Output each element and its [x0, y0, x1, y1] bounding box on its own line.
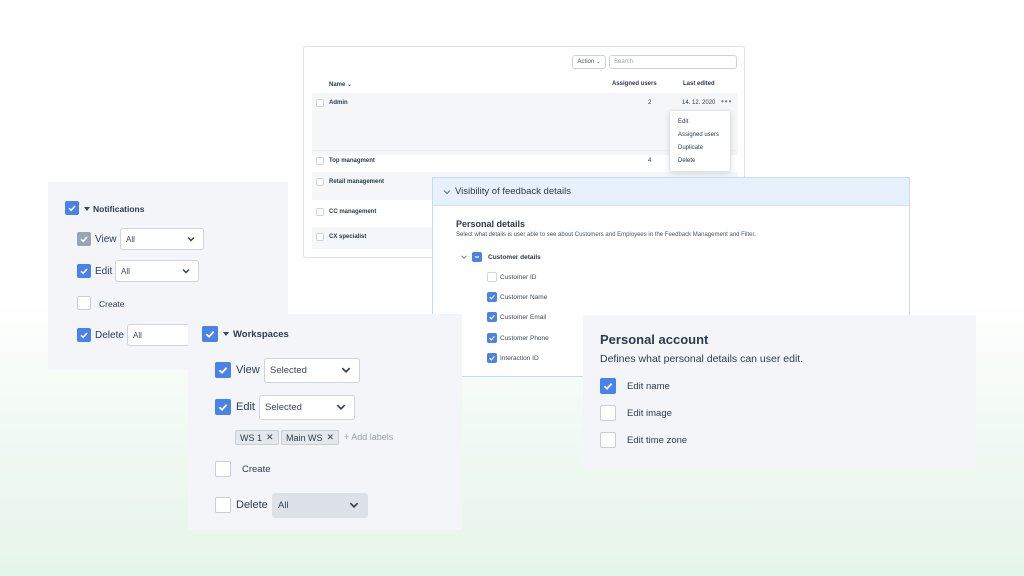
- edit-checkbox[interactable]: [77, 264, 91, 278]
- edit-time-zone-checkbox[interactable]: [600, 432, 616, 448]
- view-select[interactable]: Selected: [264, 358, 360, 383]
- menu-item-delete[interactable]: Delete: [670, 155, 730, 168]
- view-checkbox[interactable]: [215, 362, 231, 378]
- delete-select[interactable]: All: [272, 493, 368, 518]
- interaction-id-label: Interaction ID: [500, 355, 539, 362]
- action-dropdown[interactable]: Action ⌄: [572, 55, 606, 69]
- row-context-menu: Edit Assigned users Duplicate Delete: [669, 110, 731, 172]
- row-checkbox[interactable]: [316, 178, 324, 186]
- edit-label: Edit: [95, 266, 113, 277]
- edit-name-label: Edit name: [627, 381, 670, 392]
- create-checkbox[interactable]: [215, 461, 231, 477]
- chevron-down-icon: [349, 502, 359, 508]
- view-select[interactable]: All: [120, 228, 204, 250]
- chevron-down-icon: [341, 367, 351, 373]
- customer-phone-label: Customer Phone: [500, 335, 549, 342]
- column-header-name[interactable]: Name ⌄: [329, 81, 352, 88]
- caret-down-icon[interactable]: [223, 332, 229, 336]
- notifications-checkbox[interactable]: [65, 201, 79, 215]
- delete-label: Delete: [95, 330, 124, 341]
- check-icon: [218, 367, 228, 375]
- account-title: Personal account: [600, 332, 709, 347]
- check-icon: [489, 336, 495, 341]
- interaction-id-checkbox[interactable]: [487, 353, 497, 363]
- check-icon: [205, 331, 215, 339]
- personal-account-panel: Personal account Defines what personal d…: [583, 315, 976, 468]
- edit-checkbox[interactable]: [215, 399, 231, 415]
- check-icon: [80, 268, 88, 275]
- search-input[interactable]: Search: [609, 55, 737, 69]
- check-icon: [68, 205, 76, 212]
- check-icon: [489, 315, 495, 320]
- customer-details-label: Customer details: [488, 254, 541, 261]
- column-header-assigned: Assigned users: [612, 81, 657, 87]
- visibility-title: Visibility of feedback details: [455, 186, 571, 197]
- label-tag: Main WS ✕: [281, 430, 340, 445]
- view-label: View: [95, 234, 117, 245]
- row-checkbox[interactable]: [316, 233, 324, 241]
- delete-select[interactable]: All: [127, 324, 197, 346]
- chevron-down-icon: [187, 237, 195, 242]
- delete-checkbox[interactable]: [215, 497, 231, 513]
- customer-name-checkbox[interactable]: [487, 292, 497, 302]
- notifications-title: Notifications: [93, 204, 145, 214]
- workspaces-title: Workspaces: [233, 329, 289, 340]
- menu-item-duplicate[interactable]: Duplicate: [670, 142, 730, 155]
- remove-tag-icon[interactable]: ✕: [327, 432, 335, 443]
- sort-chevron-icon: ⌄: [347, 82, 353, 88]
- caret-down-icon[interactable]: [84, 207, 90, 211]
- add-labels-link[interactable]: + Add labels: [344, 432, 393, 442]
- remove-tag-icon[interactable]: ✕: [266, 432, 274, 443]
- customer-name-label: Customer Name: [500, 294, 548, 301]
- edit-label: Edit: [236, 401, 255, 413]
- row-checkbox[interactable]: [316, 99, 324, 107]
- check-icon: [80, 332, 88, 339]
- create-checkbox[interactable]: [77, 296, 91, 310]
- check-icon: [218, 404, 228, 412]
- chevron-down-icon: [182, 269, 190, 274]
- customer-id-label: Customer ID: [500, 274, 537, 281]
- customer-email-checkbox[interactable]: [487, 312, 497, 322]
- workspaces-checkbox[interactable]: [202, 326, 218, 342]
- view-label: View: [236, 364, 260, 376]
- action-label: Action: [577, 59, 595, 65]
- check-icon: [489, 295, 495, 300]
- visibility-header[interactable]: Visibility of feedback details: [433, 178, 909, 206]
- chevron-down-icon: ⌄: [596, 59, 601, 65]
- check-icon: [603, 383, 613, 391]
- column-header-edited: Last edited: [683, 81, 715, 87]
- account-description: Defines what personal details can user e…: [600, 353, 804, 365]
- create-label: Create: [242, 464, 271, 475]
- customer-email-label: Customer Email: [500, 314, 547, 321]
- row-checkbox[interactable]: [316, 157, 324, 165]
- view-checkbox[interactable]: [77, 232, 91, 246]
- delete-label: Delete: [236, 499, 268, 511]
- edit-image-label: Edit image: [627, 408, 672, 419]
- chevron-down-icon[interactable]: [460, 253, 468, 261]
- check-icon: [489, 356, 495, 361]
- edit-select[interactable]: All: [115, 260, 199, 282]
- section-description: Select what details is user able to see …: [456, 232, 756, 238]
- edit-name-checkbox[interactable]: [600, 378, 616, 394]
- indeterminate-icon: [475, 256, 479, 258]
- row-checkbox[interactable]: [316, 208, 324, 216]
- menu-item-assigned-users[interactable]: Assigned users: [670, 129, 730, 142]
- more-options-icon[interactable]: •••: [721, 97, 732, 106]
- section-title: Personal details: [456, 219, 526, 229]
- create-label: Create: [99, 299, 125, 309]
- customer-details-checkbox[interactable]: [472, 252, 482, 262]
- chevron-down-icon: [443, 190, 451, 195]
- edit-time-zone-label: Edit time zone: [627, 435, 688, 446]
- check-icon: [80, 236, 88, 243]
- edit-select[interactable]: Selected: [259, 395, 355, 420]
- menu-item-edit[interactable]: Edit: [670, 116, 730, 129]
- delete-checkbox[interactable]: [77, 328, 91, 342]
- workspaces-permissions-panel: Workspaces View Selected Edit Selected W…: [188, 314, 462, 530]
- chevron-down-icon: [336, 404, 346, 410]
- label-tag: WS 1 ✕: [235, 430, 279, 445]
- customer-phone-checkbox[interactable]: [487, 333, 497, 343]
- edit-image-checkbox[interactable]: [600, 405, 616, 421]
- customer-id-checkbox[interactable]: [487, 272, 497, 282]
